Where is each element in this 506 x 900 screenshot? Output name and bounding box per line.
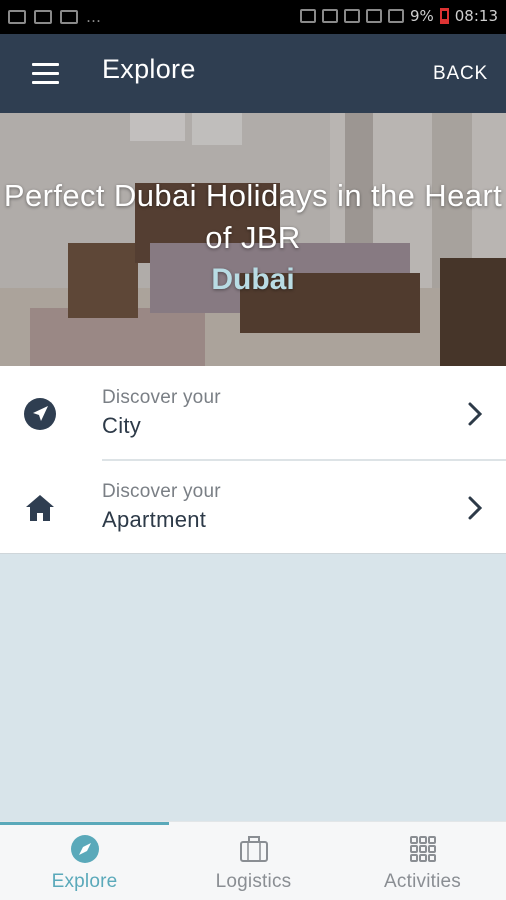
notification-icon <box>34 10 52 24</box>
wifi-icon <box>365 9 382 23</box>
hero-title: Perfect Dubai Holidays in the Heart of J… <box>3 178 503 255</box>
more-notifications-icon: … <box>86 8 101 26</box>
briefcase-icon <box>240 836 268 862</box>
discover-city-item[interactable]: Discover your City <box>0 366 506 461</box>
grid-icon <box>410 836 436 862</box>
discover-apartment-item[interactable]: Discover your Apartment <box>0 460 506 554</box>
tab-label: Explore <box>51 871 118 892</box>
navigation-arrow-icon <box>24 398 56 430</box>
bottom-tab-bar: Explore Logistics Activities <box>0 821 506 900</box>
app-bar: Explore BACK <box>0 34 506 113</box>
bluetooth-icon <box>321 9 338 23</box>
notification-icon <box>8 10 26 24</box>
alarm-icon <box>343 9 360 23</box>
item-kicker: Discover your <box>102 481 221 502</box>
tab-label: Activities <box>384 871 461 892</box>
item-label: Apartment <box>102 507 207 532</box>
item-kicker: Discover your <box>102 387 221 408</box>
notification-icons: … <box>8 8 101 26</box>
tab-label: Logistics <box>215 871 292 892</box>
system-icons: 9% 08:13 <box>299 7 498 25</box>
clock: 08:13 <box>454 7 498 25</box>
chevron-right-icon <box>468 496 483 520</box>
tab-activities[interactable]: Activities <box>338 822 506 900</box>
home-icon <box>26 495 54 521</box>
battery-icon <box>439 8 449 24</box>
tab-explore[interactable]: Explore <box>0 822 169 900</box>
page-title: Explore <box>102 54 196 84</box>
discover-list: Discover your City Discover your Apartme… <box>0 366 506 554</box>
tab-logistics[interactable]: Logistics <box>169 822 338 900</box>
active-tab-indicator <box>0 822 169 825</box>
signal-icon <box>387 9 404 23</box>
chevron-right-icon <box>468 402 483 426</box>
status-bar: … 9% 08:13 <box>0 0 506 34</box>
item-label: City <box>102 413 142 438</box>
hero-location: Dubai <box>211 263 295 296</box>
hero-banner: Perfect Dubai Holidays in the Heart of J… <box>0 113 506 366</box>
compass-icon <box>71 835 99 863</box>
notification-icon <box>60 10 78 24</box>
mute-icon <box>299 9 316 23</box>
hamburger-menu-icon[interactable] <box>32 63 59 84</box>
battery-percent: 9% <box>409 7 434 25</box>
back-button[interactable]: BACK <box>433 63 488 85</box>
